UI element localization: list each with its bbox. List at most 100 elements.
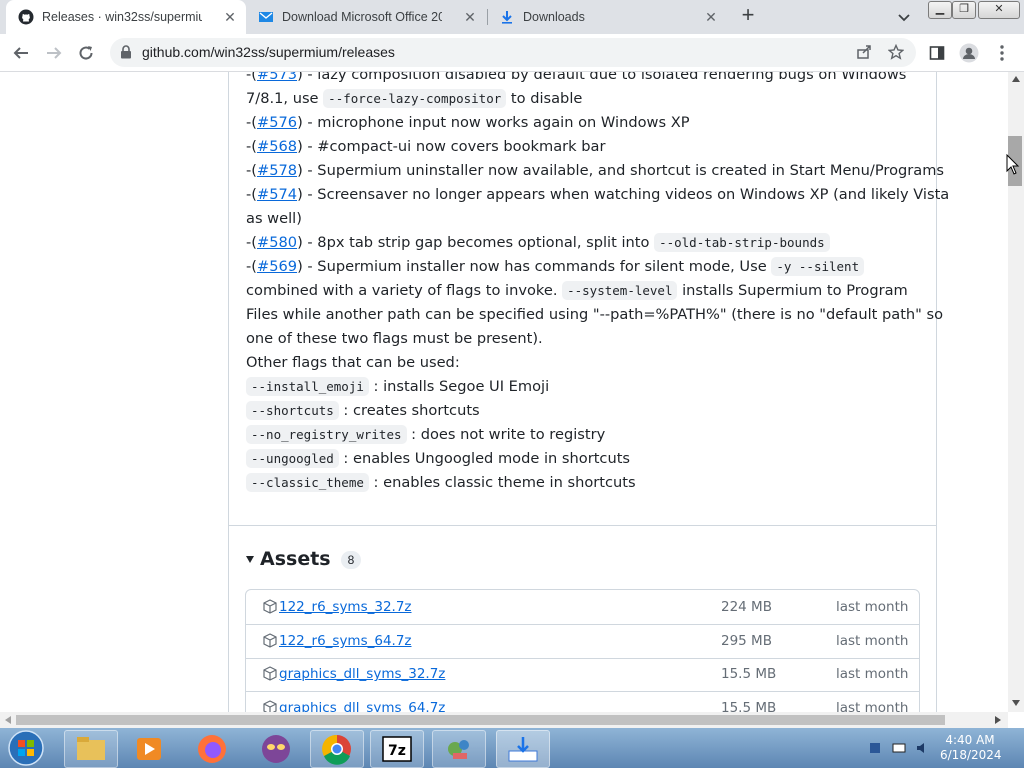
tab-title: Downloads	[523, 10, 585, 24]
menu-kebab-icon[interactable]	[991, 42, 1013, 64]
issue-link[interactable]: #574	[257, 186, 297, 203]
clock-date: 6/18/2024	[940, 748, 1002, 762]
assets-table: 122_r6_syms_32.7z 224 MB last month 122_…	[245, 589, 920, 712]
asset-size: 295 MB	[721, 633, 772, 649]
asset-size: 224 MB	[721, 599, 772, 615]
issue-link[interactable]: #569	[257, 258, 297, 275]
maximize-button[interactable]: ❐	[952, 1, 976, 19]
note-line: -(#569) - Supermium installer now has co…	[246, 257, 865, 276]
note-line: combined with a variety of flags to invo…	[246, 281, 908, 300]
code-flag: --ungoogled	[246, 449, 339, 468]
chevron-down-icon[interactable]	[896, 9, 912, 25]
tab-title: Download Microsoft Office 2010	[282, 10, 442, 24]
issue-link[interactable]: #578	[257, 162, 297, 179]
scroll-left-icon[interactable]	[5, 716, 11, 724]
expand-triangle-icon[interactable]	[246, 556, 254, 563]
code-flag: --classic_theme	[246, 473, 369, 492]
profile-avatar-icon[interactable]	[958, 42, 980, 64]
browser-toolbar: github.com/win32ss/supermium/releases	[0, 34, 1024, 72]
display-tray-icon[interactable]	[892, 741, 906, 755]
package-icon	[263, 666, 277, 686]
tor-browser-icon[interactable]	[249, 730, 303, 768]
code-flag: --no_registry_writes	[246, 425, 407, 444]
download-icon	[499, 9, 515, 25]
asset-date: last month	[836, 633, 909, 649]
asset-link[interactable]: graphics_dll_syms_64.7z	[279, 700, 445, 712]
asset-link[interactable]: graphics_dll_syms_32.7z	[279, 666, 445, 682]
asset-date: last month	[836, 700, 909, 712]
note-line: as well)	[246, 210, 302, 227]
asset-size: 15.5 MB	[721, 666, 777, 682]
issue-link[interactable]: #568	[257, 138, 297, 155]
side-panel-icon[interactable]	[926, 42, 948, 64]
address-bar[interactable]: github.com/win32ss/supermium/releases	[110, 38, 916, 67]
tab-downloads[interactable]: Downloads ✕	[487, 0, 727, 34]
divider	[228, 525, 936, 526]
volume-tray-icon[interactable]	[915, 741, 929, 755]
mouse-cursor-icon	[1006, 154, 1020, 175]
start-orb-icon[interactable]	[6, 729, 46, 767]
close-tab-icon[interactable]: ✕	[703, 9, 719, 25]
note-line: -(#574) - Screensaver no longer appears …	[246, 186, 950, 203]
note-line: -(#568) - #compact-ui now covers bookmar…	[246, 138, 606, 155]
scroll-down-icon[interactable]	[1012, 700, 1020, 706]
share-icon[interactable]	[856, 44, 872, 65]
minimize-button[interactable]: ▁	[928, 1, 952, 19]
package-icon	[263, 599, 277, 619]
horizontal-scroll-thumb[interactable]	[16, 715, 945, 725]
downloads-folder-icon[interactable]	[496, 730, 550, 768]
firefox-icon[interactable]	[185, 730, 239, 768]
network-tray-icon[interactable]	[868, 741, 882, 755]
scroll-right-icon[interactable]	[995, 716, 1001, 724]
github-icon	[18, 9, 34, 25]
note-line: 7/8.1, use --force-lazy-compositor to di…	[246, 89, 583, 108]
asset-row: 122_r6_syms_32.7z 224 MB last month	[246, 590, 919, 625]
code-flag: --system-level	[562, 281, 678, 300]
control-panel-icon[interactable]	[432, 730, 486, 768]
note-line: -(#573) - lazy composition disabled by d…	[246, 72, 906, 83]
url-text: github.com/win32ss/supermium/releases	[142, 44, 395, 60]
issue-link[interactable]: #580	[257, 234, 297, 251]
asset-row: graphics_dll_syms_64.7z 15.5 MB last mon…	[246, 691, 919, 712]
file-explorer-icon[interactable]	[64, 730, 118, 768]
note-line: one of these two flags must be present).	[246, 330, 543, 347]
note-line: Other flags that can be used:	[246, 354, 460, 371]
media-player-icon[interactable]	[122, 730, 176, 768]
asset-link[interactable]: 122_r6_syms_64.7z	[279, 633, 412, 649]
reload-button[interactable]	[75, 42, 97, 64]
page-content: -(#573) - lazy composition disabled by d…	[0, 72, 1008, 712]
asset-date: last month	[836, 666, 909, 682]
assets-heading[interactable]: Assets	[260, 548, 331, 570]
close-window-button[interactable]: ✕	[978, 1, 1020, 19]
tab-title: Releases · win32ss/supermium	[42, 10, 202, 24]
office-icon	[258, 9, 274, 25]
assets-count-badge: 8	[341, 551, 361, 569]
package-icon	[263, 633, 277, 653]
windows-taskbar: 7z 4:40 AM 6/18/2024	[0, 728, 1024, 768]
back-button[interactable]	[10, 42, 32, 64]
asset-row: 122_r6_syms_64.7z 295 MB last month	[246, 624, 919, 659]
bookmark-star-icon[interactable]	[887, 43, 905, 65]
code-flag: -y --silent	[771, 257, 865, 276]
forward-button[interactable]	[43, 42, 65, 64]
scroll-up-icon[interactable]	[1012, 76, 1020, 82]
new-tab-button[interactable]: +	[737, 4, 759, 27]
asset-link[interactable]: 122_r6_syms_32.7z	[279, 599, 412, 615]
7zip-icon[interactable]: 7z	[370, 730, 424, 768]
close-tab-icon[interactable]: ✕	[462, 9, 478, 25]
asset-row: graphics_dll_syms_32.7z 15.5 MB last mon…	[246, 657, 919, 692]
tab-releases[interactable]: Releases · win32ss/supermium ✕	[6, 0, 246, 34]
close-tab-icon[interactable]: ✕	[222, 9, 238, 25]
lock-icon[interactable]	[120, 45, 132, 64]
tab-office[interactable]: Download Microsoft Office 2010 ✕	[246, 0, 486, 34]
asset-date: last month	[836, 599, 909, 615]
note-line: --install_emoji : installs Segoe UI Emoj…	[246, 377, 549, 396]
note-line: --shortcuts : creates shortcuts	[246, 401, 480, 420]
issue-link[interactable]: #576	[257, 114, 297, 131]
issue-link[interactable]: #573	[257, 72, 297, 83]
system-clock[interactable]: 4:40 AM 6/18/2024	[940, 733, 1002, 763]
code-flag: --install_emoji	[246, 377, 369, 396]
note-line: --no_registry_writes : does not write to…	[246, 425, 605, 444]
chrome-icon[interactable]	[310, 730, 364, 768]
note-line: -(#578) - Supermium uninstaller now avai…	[246, 162, 945, 179]
